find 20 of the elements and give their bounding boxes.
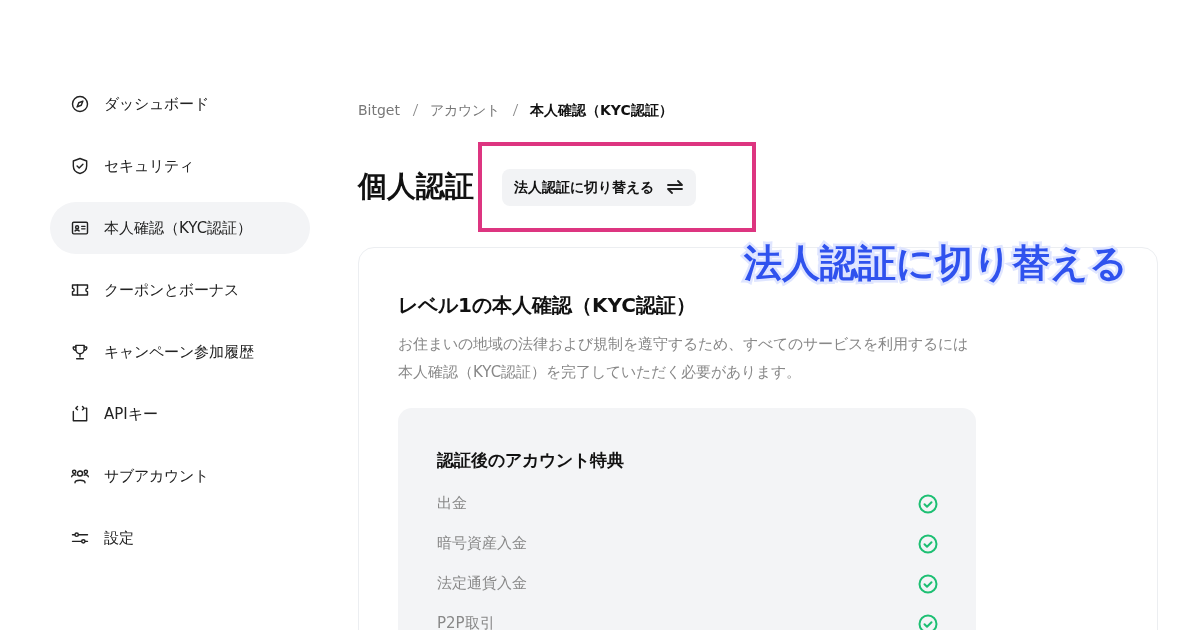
- breadcrumb-current: 本人確認（KYC認証）: [530, 100, 673, 120]
- switch-to-corporate-button[interactable]: 法人認証に切り替える: [502, 168, 696, 206]
- idcard-icon: [70, 218, 90, 238]
- compass-icon: [70, 94, 90, 114]
- benefit-label: P2P取引: [437, 613, 495, 630]
- code-icon: [70, 404, 90, 424]
- benefit-label: 出金: [437, 493, 467, 515]
- card-title: レベル1の本人確認（KYC認証）: [398, 292, 697, 319]
- shield-icon: [70, 156, 90, 176]
- benefit-label: 暗号資産入金: [437, 533, 527, 555]
- page-title: 個人認証: [358, 168, 474, 206]
- breadcrumb-link[interactable]: Bitget: [358, 99, 400, 121]
- annotation-caption: 法人認証に切り替える: [744, 240, 1128, 287]
- sidebar-item[interactable]: 本人確認（KYC認証）: [50, 202, 310, 254]
- swap-icon: [666, 180, 684, 194]
- trophy-icon: [70, 342, 90, 362]
- benefits-title: 認証後のアカウント特典: [437, 449, 625, 472]
- card-description: お住まいの地域の法律および規制を遵守するため、すべてのサービスを利用するには本人確認（KYC認証）を完了していただく必要があります。: [398, 334, 969, 383]
- breadcrumb-link[interactable]: アカウント: [430, 99, 500, 121]
- benefit-label: 法定通貨入金: [437, 573, 527, 595]
